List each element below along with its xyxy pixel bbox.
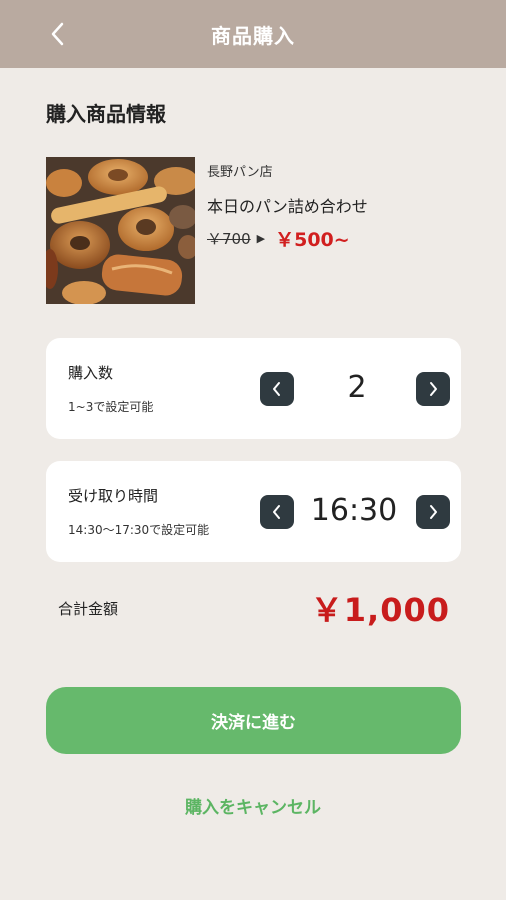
chevron-right-icon [430,382,437,396]
total-amount: ￥1,000 [310,591,450,629]
pickup-time-hint: 14:30〜17:30で設定可能 [68,523,210,537]
discount-price: ￥500~ [275,229,350,251]
quantity-increase-button[interactable] [416,372,450,406]
pickup-time-decrease-button[interactable] [260,495,294,529]
chevron-left-icon [273,505,280,519]
proceed-to-payment-button[interactable]: 決済に進む [46,687,461,754]
back-button[interactable] [38,14,78,54]
quantity-label: 購入数 [68,364,114,382]
pickup-time-value: 16:30 [310,493,398,528]
quantity-card: 購入数 1~3で設定可能 2 [46,338,461,439]
chevron-right-icon [430,505,437,519]
section-title: 購入商品情報 [46,102,166,126]
pickup-time-label: 受け取り時間 [68,487,159,505]
cancel-purchase-link[interactable]: 購入をキャンセル [0,793,506,818]
shop-name: 長野パン店 [207,165,273,180]
total-label: 合計金額 [58,600,119,618]
arrow-right-icon: ▶ [256,232,266,245]
original-price: ￥700 [207,230,251,248]
page-title: 商品購入 [211,23,295,48]
chevron-left-icon [51,22,64,46]
quantity-hint: 1~3で設定可能 [68,400,154,414]
bread-assortment-image [46,157,195,304]
quantity-decrease-button[interactable] [260,372,294,406]
pickup-time-increase-button[interactable] [416,495,450,529]
product-image [46,157,195,304]
chevron-left-icon [273,382,280,396]
product-info: 長野パン店 本日のパン詰め合わせ ￥700 ▶ ￥500~ [46,157,466,305]
product-name: 本日のパン詰め合わせ [207,197,368,216]
app-header: 商品購入 [0,0,506,68]
quantity-value: 2 [347,370,367,405]
price-row: ￥700 ▶ ￥500~ [207,225,350,252]
pickup-time-card: 受け取り時間 14:30〜17:30で設定可能 16:30 [46,461,461,562]
